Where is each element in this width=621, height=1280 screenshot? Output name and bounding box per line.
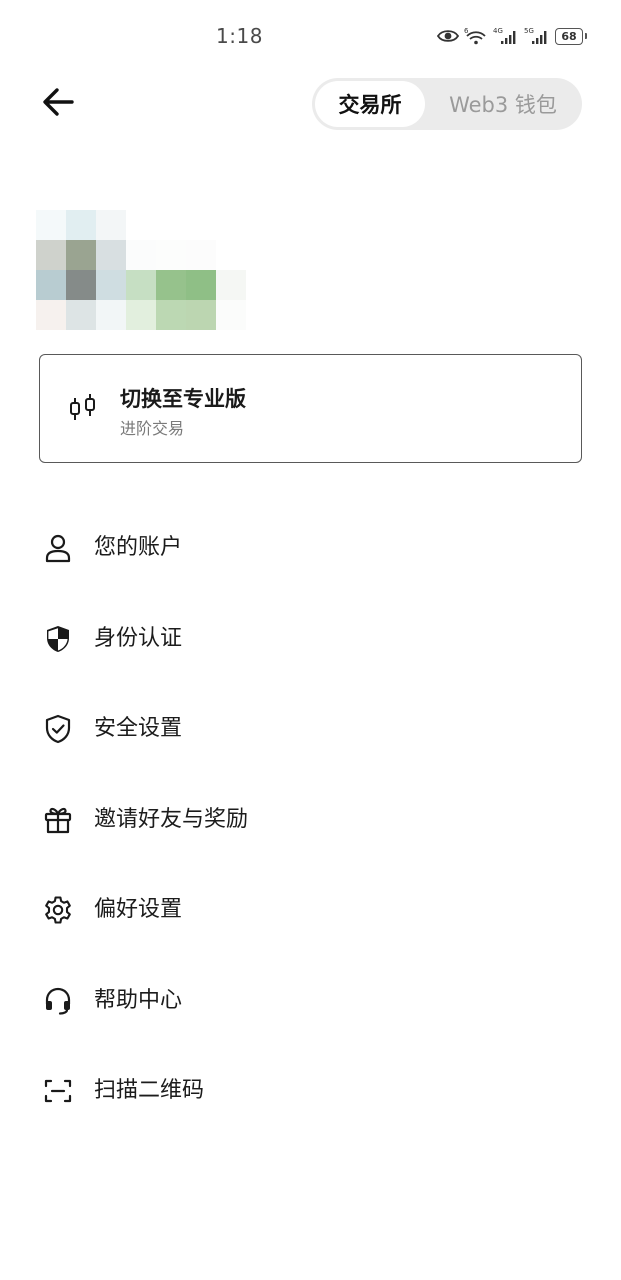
pro-card-subtitle: 进阶交易 [120, 419, 185, 438]
menu-item-help-center[interactable]: 帮助中心 [0, 966, 621, 1036]
menu-label: 安全设置 [94, 716, 183, 741]
gear-icon [42, 894, 74, 926]
status-time: 1:18 [216, 24, 263, 48]
menu-item-identity[interactable]: 身份认证 [0, 604, 621, 674]
arrow-left-icon [41, 87, 75, 121]
status-icons: 6 4G 5G 68 [437, 24, 587, 48]
svg-text:4G: 4G [493, 27, 503, 35]
menu-label: 扫描二维码 [94, 1078, 205, 1103]
menu-item-security[interactable]: 安全设置 [0, 694, 621, 764]
headset-icon [42, 985, 74, 1017]
shield-check-icon [42, 713, 74, 745]
menu-label: 身份认证 [94, 626, 183, 651]
tab-web3-wallet[interactable]: Web3 钱包 [428, 81, 578, 127]
signal-4g-icon: 4G [493, 26, 519, 46]
tab-exchange[interactable]: 交易所 [315, 81, 425, 127]
pro-card-title: 切换至专业版 [120, 387, 246, 411]
profile-name-redacted [36, 210, 252, 330]
menu-item-scan-qr[interactable]: 扫描二维码 [0, 1056, 621, 1126]
status-bar: 1:18 6 4G 5G 68 [0, 0, 621, 72]
candlestick-icon [68, 392, 98, 428]
wifi-icon: 6 [464, 26, 488, 46]
scan-icon [42, 1075, 74, 1107]
shield-half-icon [42, 623, 74, 655]
menu-item-preferences[interactable]: 偏好设置 [0, 875, 621, 945]
gift-icon [42, 804, 74, 836]
switch-to-pro-card[interactable]: 切换至专业版 进阶交易 [39, 354, 582, 463]
user-icon [42, 532, 74, 564]
menu-label: 帮助中心 [94, 988, 183, 1013]
mode-switch: 交易所 Web3 钱包 [312, 78, 582, 130]
menu-label: 偏好设置 [94, 897, 183, 922]
menu-label: 您的账户 [94, 535, 183, 560]
battery-level: 68 [561, 29, 577, 43]
menu-item-account[interactable]: 您的账户 [0, 513, 621, 583]
svg-text:5G: 5G [524, 27, 534, 35]
menu-label: 邀请好友与奖励 [94, 807, 249, 832]
battery-icon: 68 [555, 27, 587, 45]
eye-icon [437, 28, 459, 44]
menu-item-invite-rewards[interactable]: 邀请好友与奖励 [0, 785, 621, 855]
signal-5g-icon: 5G [524, 26, 550, 46]
back-button[interactable] [36, 82, 80, 126]
